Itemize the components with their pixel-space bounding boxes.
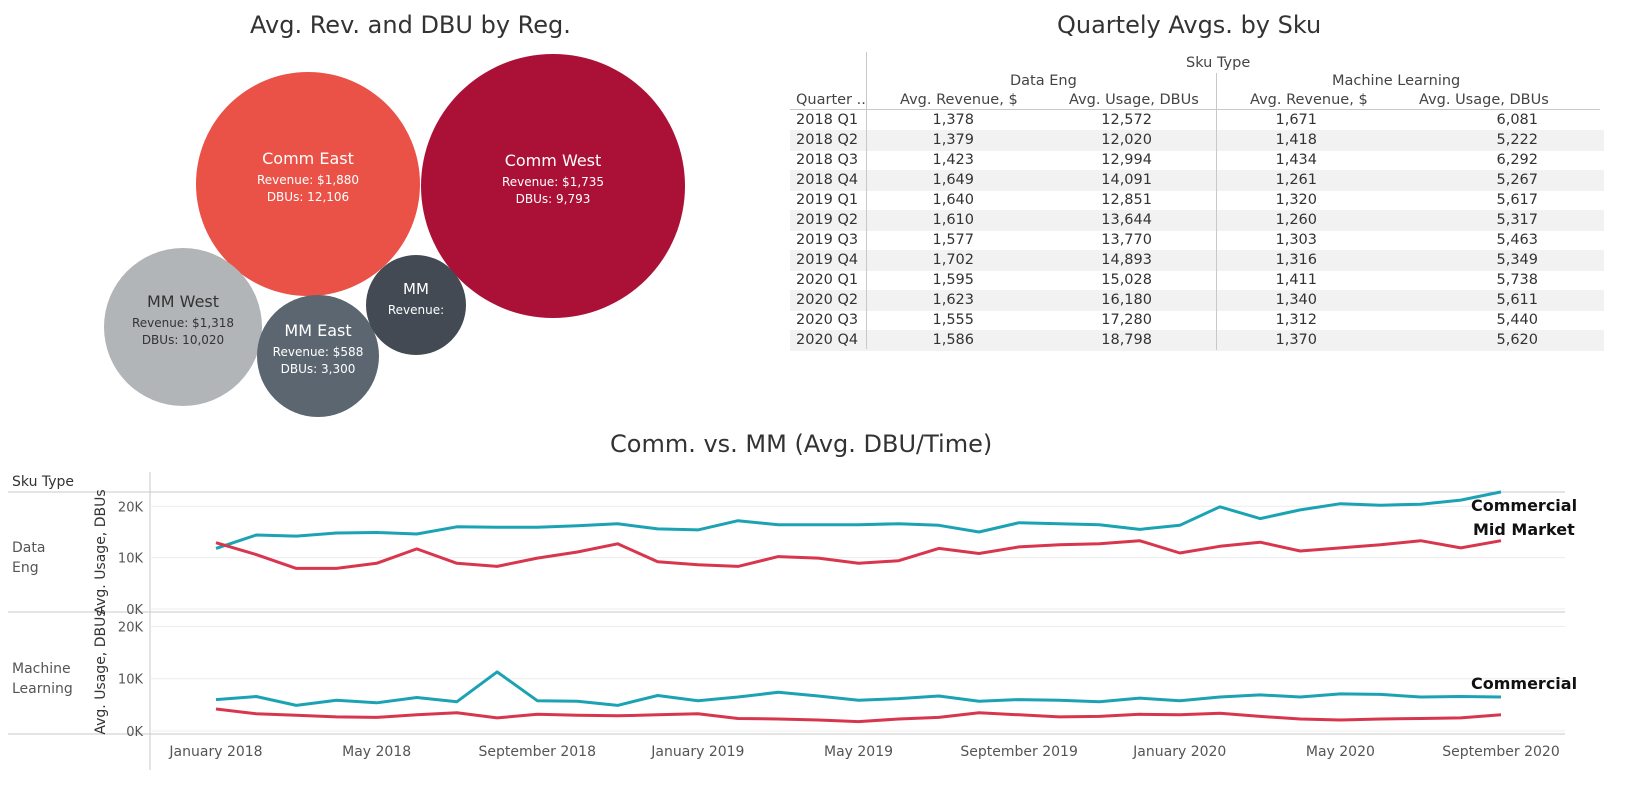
- x-tick-label: January 2020: [1132, 744, 1226, 760]
- y-axis-label: Avg. Usage, DBUs: [93, 609, 109, 734]
- row-header: Sku Type: [12, 474, 74, 490]
- x-tick-label: September 2020: [1442, 744, 1559, 760]
- x-tick-label: May 2019: [824, 744, 893, 760]
- y-tick-label: 20K: [118, 500, 144, 515]
- y-tick-label: 0K: [126, 603, 143, 618]
- series-end-label: Mid Market: [1473, 520, 1575, 539]
- series-line-commercial: [215, 670, 1502, 707]
- x-tick-label: May 2018: [342, 744, 411, 760]
- panel-label: Learning: [12, 681, 73, 697]
- series-end-label: Commercial: [1471, 674, 1577, 693]
- series-end-label: Commercial: [1471, 496, 1577, 515]
- x-tick-label: January 2018: [168, 744, 262, 760]
- x-tick-label: September 2018: [479, 744, 596, 760]
- panel-label: Machine: [12, 661, 71, 677]
- y-tick-label: 10K: [118, 673, 144, 688]
- y-tick-label: 0K: [126, 725, 143, 740]
- panel-label: Data: [12, 540, 45, 556]
- y-tick-label: 10K: [118, 552, 144, 567]
- x-tick-label: September 2019: [960, 744, 1077, 760]
- series-line-commercial: [215, 490, 1502, 550]
- series-line-mid-market: [215, 707, 1502, 724]
- line-chart: Sku Type Avg. Usage, DBUsAvg. Usage, DBUs…: [8, 472, 1577, 770]
- y-tick-label: 20K: [118, 620, 144, 635]
- x-tick-label: January 2019: [650, 744, 744, 760]
- x-tick-label: May 2020: [1306, 744, 1375, 760]
- panel-label: Eng: [12, 560, 39, 576]
- y-axis-label: Avg. Usage, DBUs: [93, 489, 109, 614]
- series-line-mid-market: [215, 539, 1502, 570]
